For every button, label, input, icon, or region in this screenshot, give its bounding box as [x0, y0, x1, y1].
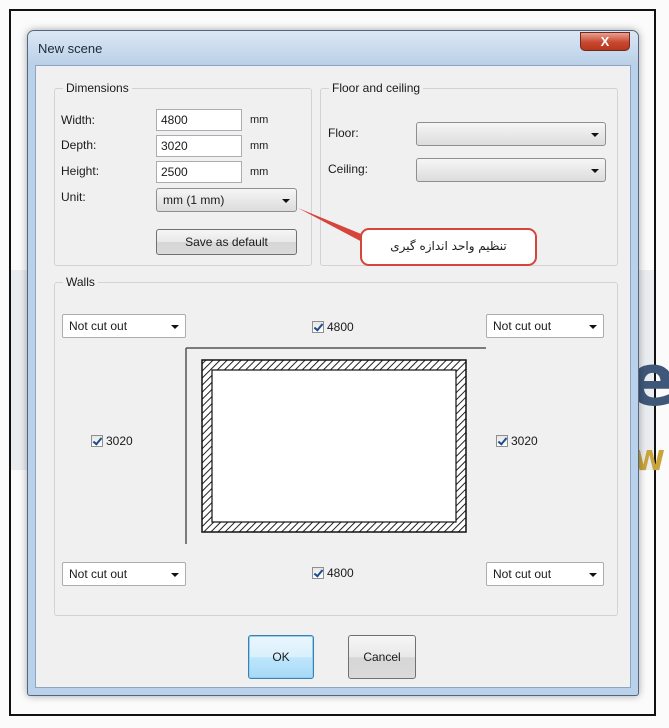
annotation-text: تنظیم واحد اندازه گیری — [390, 239, 507, 253]
annotation-callout: تنظیم واحد اندازه گیری — [360, 228, 537, 266]
callout-pointer — [298, 208, 366, 244]
